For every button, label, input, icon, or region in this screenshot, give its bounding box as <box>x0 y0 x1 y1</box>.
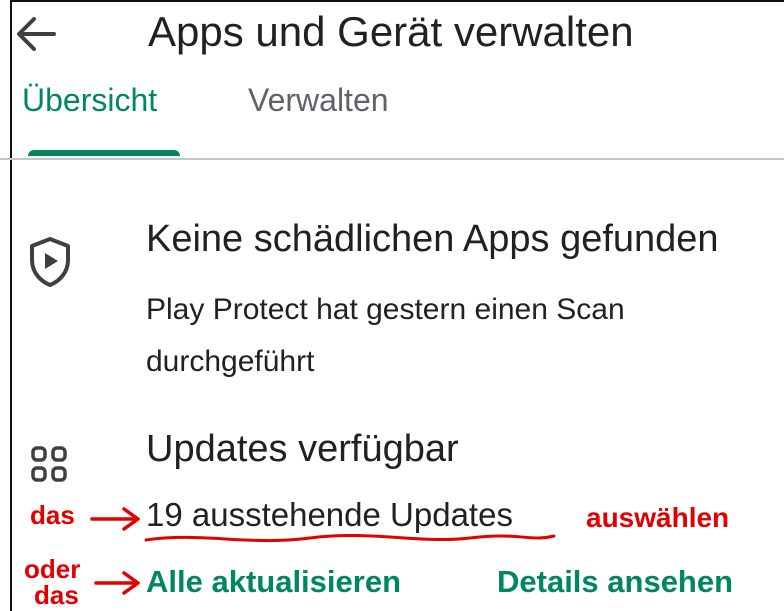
page-title: Apps und Gerät verwalten <box>148 8 634 55</box>
protect-subtitle: Play Protect hat gestern einen Scan durc… <box>146 293 625 378</box>
protect-title: Keine schädlichen Apps gefunden <box>146 218 719 260</box>
view-details-button[interactable]: Details ansehen <box>497 564 733 600</box>
tab-overview[interactable]: Übersicht <box>22 82 157 119</box>
annotation-das: das <box>30 500 75 530</box>
annotation-arrow-icon <box>90 507 140 531</box>
apps-grid-icon <box>31 446 67 482</box>
shield-play-icon <box>30 237 70 287</box>
tab-manage[interactable]: Verwalten <box>248 82 389 119</box>
annotation-arrow-icon-2 <box>94 571 140 595</box>
updates-title: Updates verfügbar <box>146 428 459 470</box>
red-underline-annotation <box>144 533 556 543</box>
tab-divider <box>0 158 784 160</box>
active-tab-indicator <box>28 150 180 156</box>
annotation-auswaehlen: auswählen <box>586 502 730 533</box>
annotation-oder: oder <box>24 554 81 584</box>
arrow-back-icon[interactable] <box>14 14 58 54</box>
annotation-das-2: das <box>34 580 79 610</box>
update-all-button[interactable]: Alle aktualisieren <box>146 564 401 600</box>
